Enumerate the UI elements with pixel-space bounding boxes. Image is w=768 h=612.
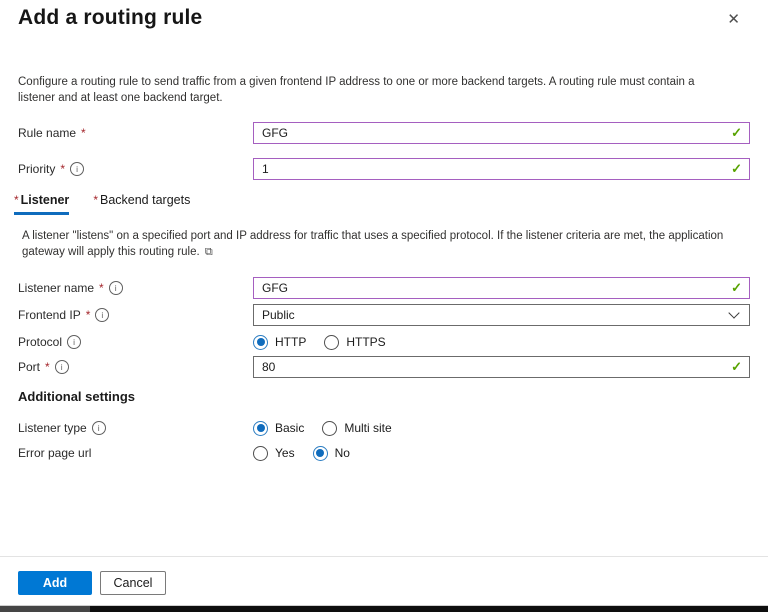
info-icon[interactable]: i: [109, 281, 123, 295]
radio-selected-icon: [253, 335, 268, 350]
port-label: Port * i: [18, 360, 253, 374]
radio-multi-site-label: Multi site: [344, 421, 391, 435]
error-page-url-radio-group: Yes No: [253, 446, 350, 461]
protocol-row: Protocol i HTTP HTTPS: [18, 331, 750, 353]
priority-input[interactable]: [253, 158, 750, 180]
intro-text: Configure a routing rule to send traffic…: [18, 74, 720, 106]
radio-basic-label: Basic: [275, 421, 304, 435]
radio-option-https[interactable]: HTTPS: [324, 335, 385, 350]
protocol-label: Protocol i: [18, 335, 253, 349]
listener-type-label-text: Listener type: [18, 421, 87, 435]
info-icon[interactable]: i: [70, 162, 84, 176]
listener-name-input[interactable]: [253, 277, 750, 299]
rule-name-row: Rule name * ✓: [18, 122, 750, 144]
listener-info-body: A listener "listens" on a specified port…: [22, 230, 723, 258]
radio-unselected-icon: [253, 446, 268, 461]
rule-name-input[interactable]: [253, 122, 750, 144]
required-asterisk: *: [93, 193, 98, 207]
required-asterisk: *: [14, 193, 19, 207]
frontend-ip-selected-value: Public: [262, 308, 295, 322]
frontend-ip-label: Frontend IP * i: [18, 308, 253, 322]
priority-control: ✓: [253, 158, 750, 180]
radio-http-label: HTTP: [275, 335, 306, 349]
radio-option-no[interactable]: No: [313, 446, 350, 461]
window-bottom-edge-segment: [0, 606, 90, 612]
rule-name-label: Rule name *: [18, 126, 253, 140]
radio-option-basic[interactable]: Basic: [253, 421, 304, 436]
port-control: ✓: [253, 356, 750, 378]
listener-name-row: Listener name * i ✓: [18, 277, 750, 299]
required-asterisk: *: [60, 162, 65, 176]
tab-backend-targets[interactable]: * Backend targets: [93, 193, 190, 215]
rule-name-label-text: Rule name: [18, 126, 76, 140]
listener-info-text: A listener "listens" on a specified port…: [22, 228, 736, 260]
priority-row: Priority * i ✓: [18, 158, 750, 180]
port-input[interactable]: [253, 356, 750, 378]
frontend-ip-dropdown[interactable]: Public: [253, 304, 750, 326]
info-icon[interactable]: i: [55, 360, 69, 374]
error-page-url-label: Error page url: [18, 446, 253, 460]
page-title: Add a routing rule: [18, 6, 202, 30]
radio-selected-icon: [313, 446, 328, 461]
add-button[interactable]: Add: [18, 571, 92, 595]
tab-listener-label: Listener: [21, 193, 70, 207]
rule-name-control: ✓: [253, 122, 750, 144]
radio-https-label: HTTPS: [346, 335, 385, 349]
required-asterisk: *: [99, 281, 104, 295]
footer-divider: [0, 556, 768, 557]
tab-listener[interactable]: * Listener: [14, 193, 69, 215]
additional-settings-heading: Additional settings: [18, 389, 135, 404]
info-icon[interactable]: i: [95, 308, 109, 322]
required-asterisk: *: [86, 308, 91, 322]
protocol-radio-group: HTTP HTTPS: [253, 335, 386, 350]
cancel-button[interactable]: Cancel: [100, 571, 166, 595]
error-page-url-label-text: Error page url: [18, 446, 91, 460]
error-page-url-row: Error page url Yes No: [18, 442, 750, 464]
radio-yes-label: Yes: [275, 446, 295, 460]
tab-bar: * Listener * Backend targets: [14, 193, 190, 215]
radio-option-yes[interactable]: Yes: [253, 446, 295, 461]
radio-no-label: No: [335, 446, 350, 460]
tab-backend-targets-label: Backend targets: [100, 193, 190, 207]
listener-name-label: Listener name * i: [18, 281, 253, 295]
radio-unselected-icon: [324, 335, 339, 350]
listener-type-row: Listener type i Basic Multi site: [18, 417, 750, 439]
frontend-ip-row: Frontend IP * i Public: [18, 304, 750, 326]
protocol-control: HTTP HTTPS: [253, 331, 750, 353]
priority-label-text: Priority: [18, 162, 55, 176]
listener-type-radio-group: Basic Multi site: [253, 421, 392, 436]
frontend-ip-label-text: Frontend IP: [18, 308, 81, 322]
radio-selected-icon: [253, 421, 268, 436]
protocol-label-text: Protocol: [18, 335, 62, 349]
frontend-ip-control: Public: [253, 304, 750, 326]
info-icon[interactable]: i: [92, 421, 106, 435]
priority-label: Priority * i: [18, 162, 253, 176]
external-link-icon[interactable]: ⧉: [205, 246, 213, 258]
listener-type-label: Listener type i: [18, 421, 253, 435]
radio-option-http[interactable]: HTTP: [253, 335, 306, 350]
close-icon[interactable]: ✕: [727, 12, 740, 27]
required-asterisk: *: [81, 126, 86, 140]
listener-type-control: Basic Multi site: [253, 417, 750, 439]
listener-name-control: ✓: [253, 277, 750, 299]
required-asterisk: *: [45, 360, 50, 374]
port-label-text: Port: [18, 360, 40, 374]
error-page-url-control: Yes No: [253, 442, 750, 464]
port-row: Port * i ✓: [18, 356, 750, 378]
window-bottom-edge: [0, 605, 768, 612]
info-icon[interactable]: i: [67, 335, 81, 349]
radio-option-multi-site[interactable]: Multi site: [322, 421, 391, 436]
listener-name-label-text: Listener name: [18, 281, 94, 295]
radio-unselected-icon: [322, 421, 337, 436]
